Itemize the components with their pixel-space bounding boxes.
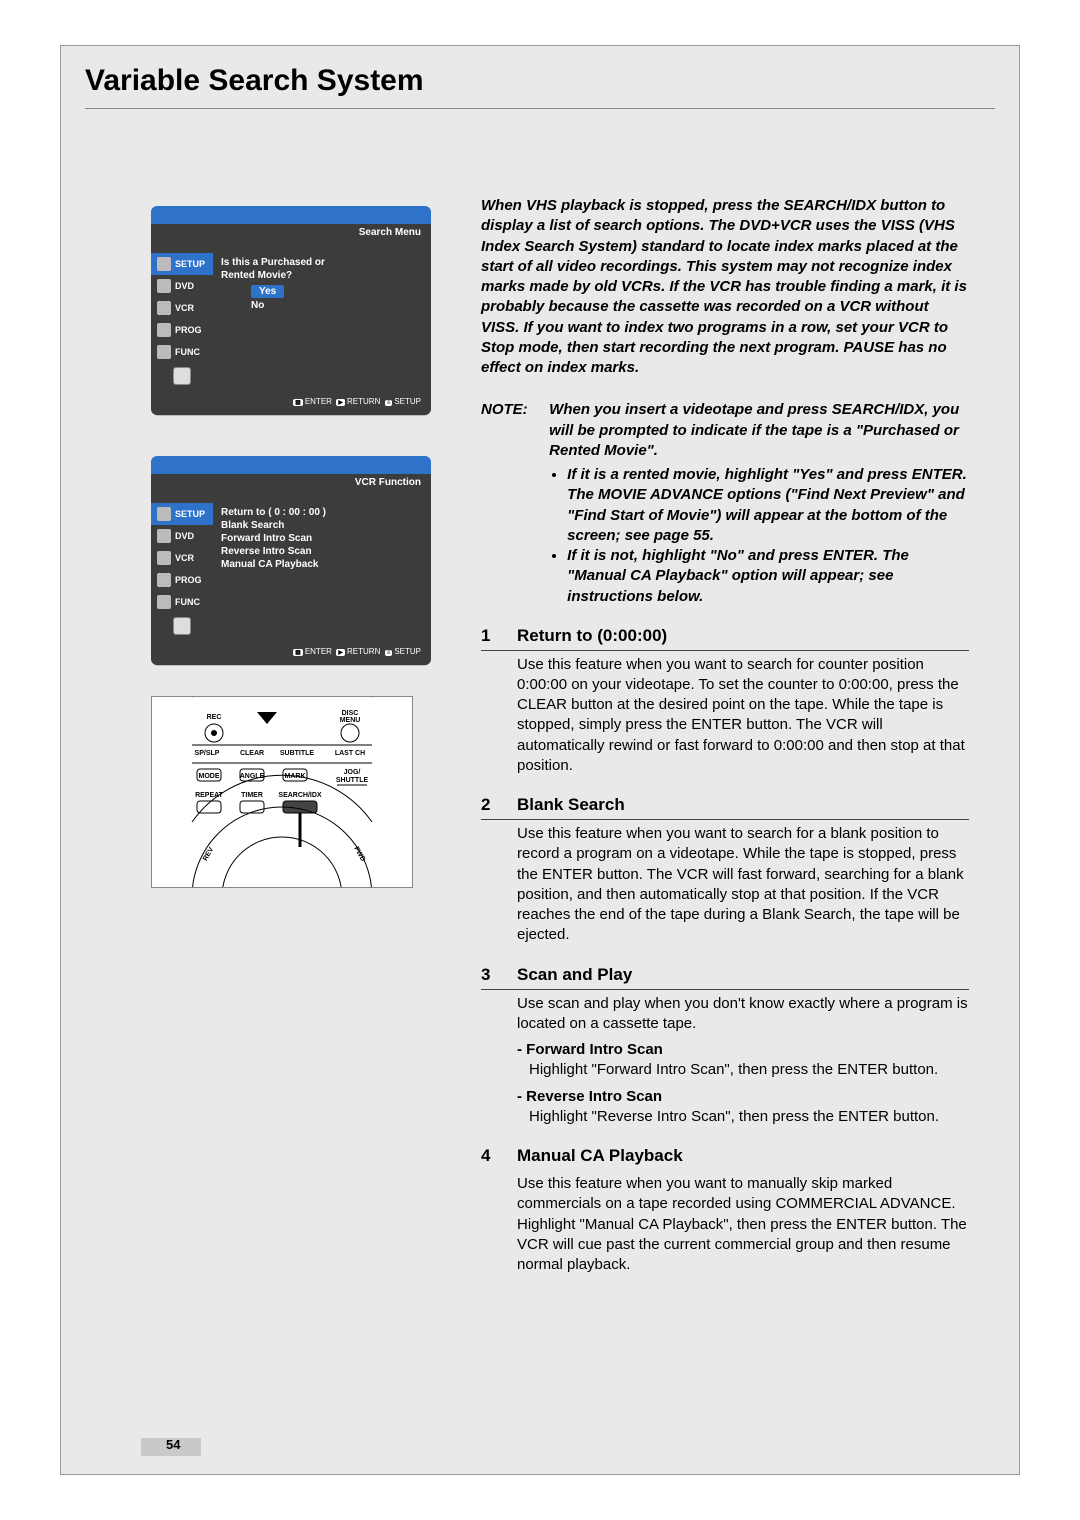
osd-item: Manual CA Playback — [221, 559, 423, 570]
osd-tab-func: FUNC — [151, 341, 213, 363]
sub-title: - Forward Intro Scan — [517, 1041, 663, 1058]
note-label: NOTE: — [481, 400, 545, 420]
osd-header: VCR Function — [151, 474, 431, 497]
note-block: NOTE: When you insert a videotape and pr… — [481, 400, 969, 607]
remote-label: TIMER — [241, 792, 263, 799]
remote-label: REPEAT — [195, 792, 224, 799]
section-number: 2 — [481, 794, 517, 817]
cassette-icon — [157, 551, 171, 565]
osd-item: Blank Search — [221, 520, 423, 531]
intro-paragraph: When VHS playback is stopped, press the … — [481, 196, 969, 378]
sub-body: Highlight "Reverse Intro Scan", then pre… — [517, 1108, 939, 1125]
section-body: Use this feature when you want to search… — [481, 651, 969, 777]
remote-label: JOG/ — [344, 769, 361, 776]
section-body: Use scan and play when you don't know ex… — [481, 990, 969, 1035]
osd-content: Return to ( 0 : 00 : 00 ) Blank Search F… — [213, 497, 431, 645]
remote-label: REV — [202, 846, 215, 862]
remote-label: DISC — [342, 710, 359, 717]
grid-icon — [157, 595, 171, 609]
sub-title: - Reverse Intro Scan — [517, 1088, 662, 1105]
clock-icon — [157, 573, 171, 587]
remote-label: CLEAR — [240, 750, 264, 757]
section-number: 4 — [481, 1145, 517, 1168]
osd-content: Is this a Purchased or Rented Movie? Yes… — [213, 247, 431, 395]
section-title: Blank Search — [517, 795, 625, 814]
osd-sidebar: SETUP DVD VCR PROG FUNC — [151, 247, 213, 395]
joypad-icon — [173, 617, 191, 635]
cassette-icon — [157, 301, 171, 315]
osd-item: Return to ( 0 : 00 : 00 ) — [221, 507, 423, 518]
grid-icon — [157, 345, 171, 359]
note-bullet: If it is a rented movie, highlight "Yes"… — [567, 465, 967, 546]
section-manual-ca-playback: 4Manual CA Playback Use this feature whe… — [481, 1145, 969, 1275]
clock-icon — [157, 323, 171, 337]
remote-control-diagram: REC DISC MENU SP/SLP CLEAR SUBTITLE LAST… — [151, 696, 413, 888]
section-blank-search: 2Blank Search Use this feature when you … — [481, 794, 969, 945]
osd-screen-vcr-function: VCR Function SETUP DVD VCR PROG FUNC Ret… — [151, 456, 431, 666]
remote-label: MARK — [285, 773, 306, 780]
osd-tab-dvd: DVD — [151, 525, 213, 547]
osd-tab-vcr: VCR — [151, 297, 213, 319]
osd-option-yes: Yes — [251, 285, 284, 298]
osd-screen-search-menu: Search Menu SETUP DVD VCR PROG FUNC Is t… — [151, 206, 431, 416]
remote-label: LAST CH — [335, 750, 365, 757]
note-bullet: If it is not, highlight "No" and press E… — [567, 546, 967, 607]
remote-label: MODE — [199, 773, 220, 780]
disc-icon — [157, 529, 171, 543]
note-lead: When you insert a videotape and press SE… — [549, 401, 959, 459]
osd-tab-dvd: DVD — [151, 275, 213, 297]
section-title: Manual CA Playback — [517, 1146, 683, 1165]
osd-top-bar — [151, 206, 431, 224]
osd-tab-setup: SETUP — [151, 253, 213, 275]
page-number: 54 — [166, 1437, 180, 1452]
remote-label: SEARCH/IDX — [278, 792, 322, 799]
page-title: Variable Search System — [85, 64, 424, 98]
osd-text: Rented Movie? — [221, 270, 423, 281]
section-scan-and-play: 3Scan and Play Use scan and play when yo… — [481, 964, 969, 1127]
osd-tab-prog: PROG — [151, 319, 213, 341]
remote-label: SUBTITLE — [280, 750, 315, 757]
section-body: Use this feature when you want to manual… — [481, 1170, 969, 1275]
remote-label: REC — [207, 714, 222, 721]
title-rule — [85, 108, 995, 109]
section-number: 1 — [481, 625, 517, 648]
osd-tab-vcr: VCR — [151, 547, 213, 569]
remote-label: SP/SLP — [195, 750, 220, 757]
osd-footer: ▦ENTER ▶RETURN ≡SETUP — [151, 645, 431, 665]
osd-item: Reverse Intro Scan — [221, 546, 423, 557]
gear-icon — [157, 257, 171, 271]
osd-top-bar — [151, 456, 431, 474]
osd-tab-func: FUNC — [151, 591, 213, 613]
osd-item: Forward Intro Scan — [221, 533, 423, 544]
osd-tab-prog: PROG — [151, 569, 213, 591]
section-title: Scan and Play — [517, 965, 632, 984]
osd-sidebar: SETUP DVD VCR PROG FUNC — [151, 497, 213, 645]
section-return-to: 1Return to (0:00:00) Use this feature wh… — [481, 625, 969, 776]
disc-icon — [157, 279, 171, 293]
osd-header: Search Menu — [151, 224, 431, 247]
osd-tab-setup: SETUP — [151, 503, 213, 525]
section-body: Use this feature when you want to search… — [481, 820, 969, 946]
gear-icon — [157, 507, 171, 521]
sub-body: Highlight "Forward Intro Scan", then pre… — [517, 1061, 938, 1078]
remote-label: SHUTTLE — [336, 777, 369, 784]
remote-label: FWD — [352, 846, 366, 863]
joypad-icon — [173, 367, 191, 385]
osd-text: Is this a Purchased or — [221, 257, 423, 268]
section-title: Return to (0:00:00) — [517, 626, 667, 645]
section-number: 3 — [481, 964, 517, 987]
osd-footer: ▦ENTER ▶RETURN ≡SETUP — [151, 395, 431, 415]
remote-label: MENU — [340, 717, 361, 724]
osd-option-no: No — [251, 300, 264, 311]
